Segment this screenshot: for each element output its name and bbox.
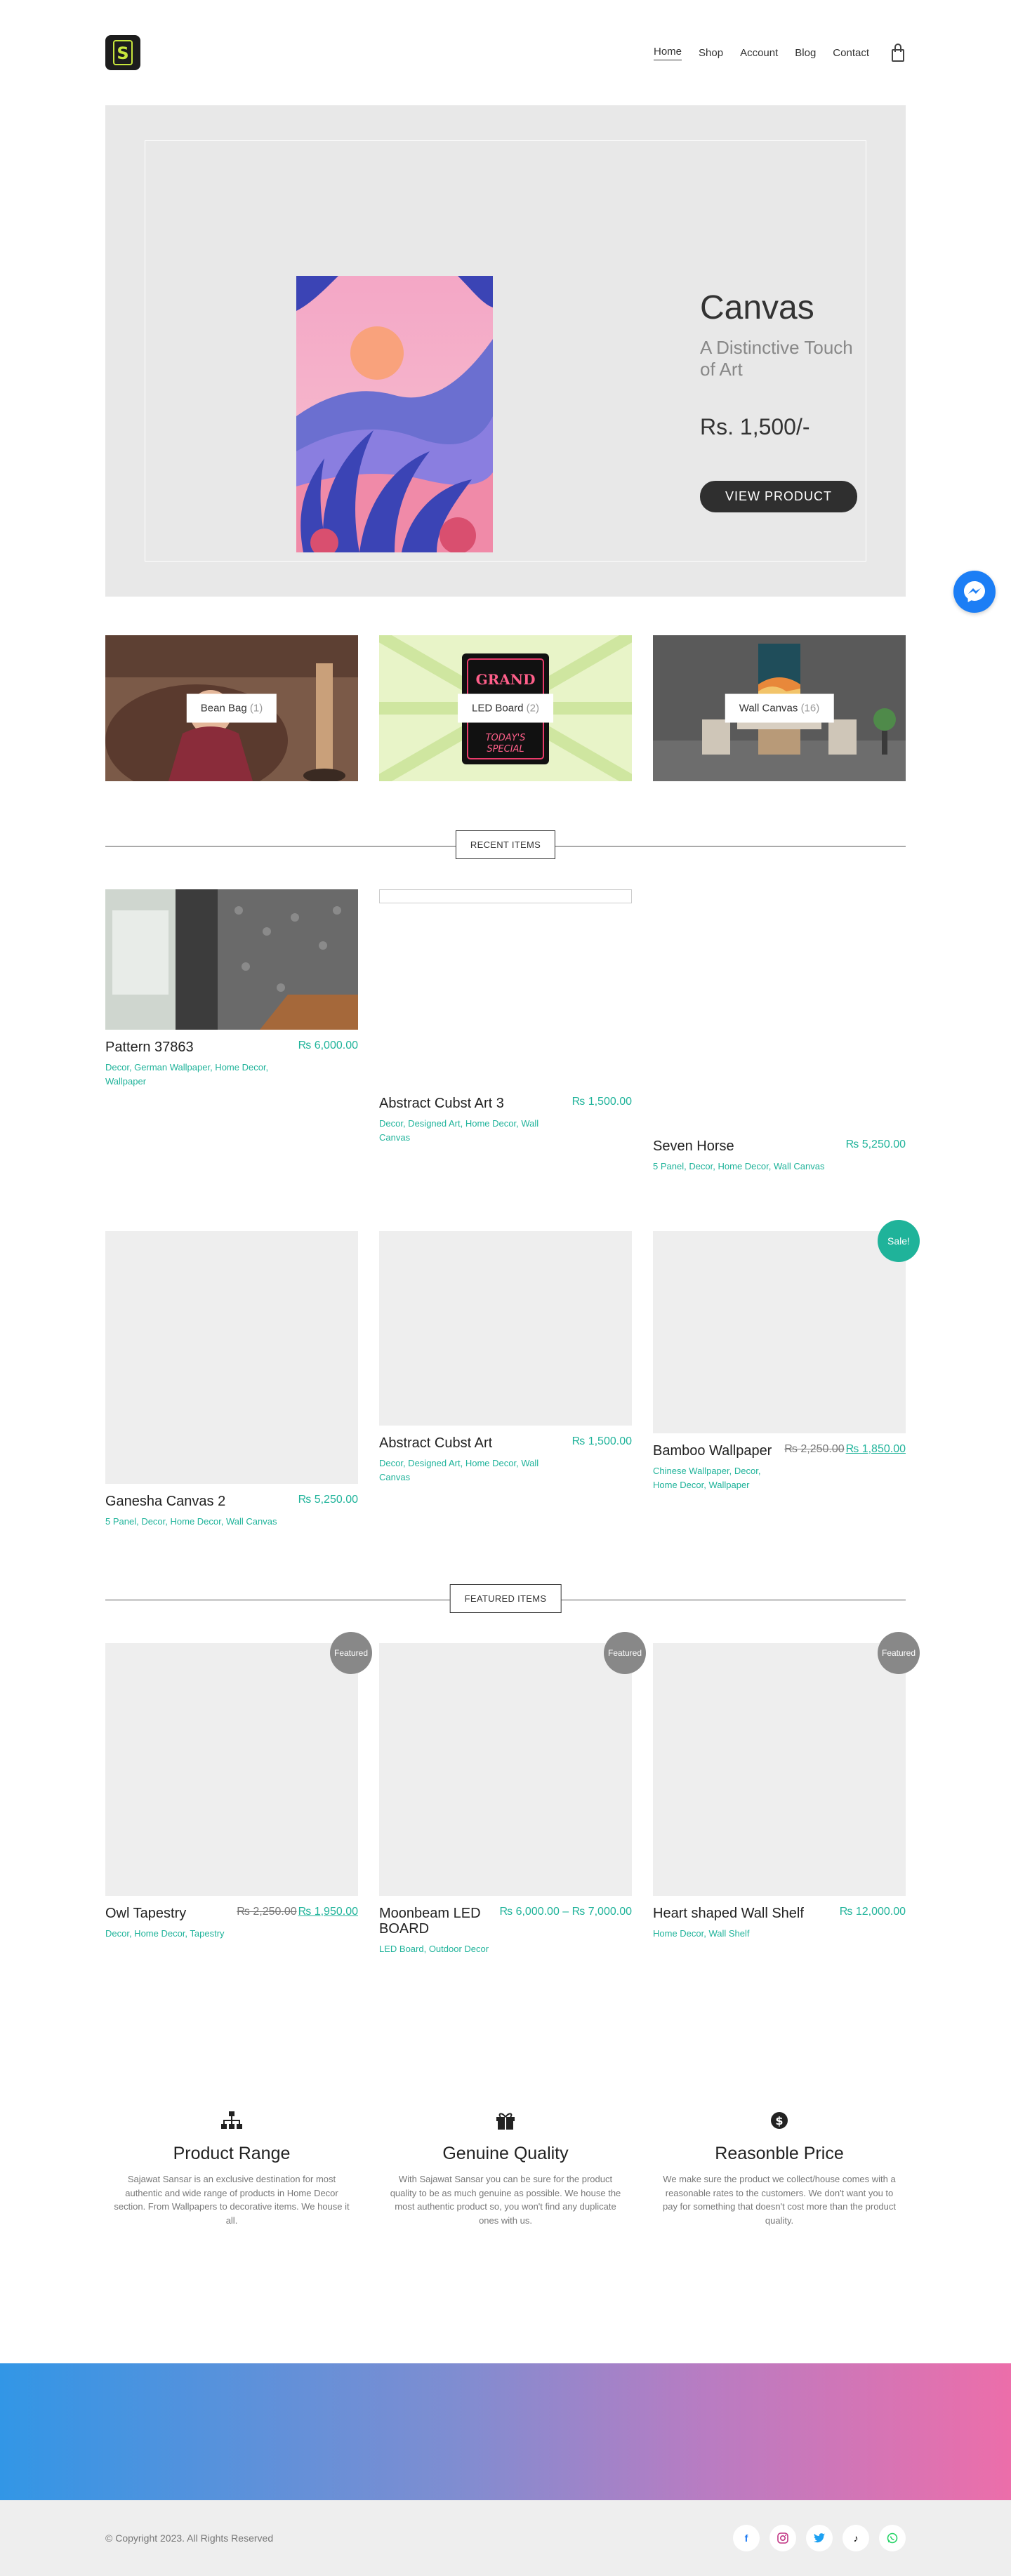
feature-product-range: Product Range Sajawat Sansar is an exclu… — [105, 2110, 358, 2227]
hero-title: Canvas — [700, 289, 814, 326]
product-card[interactable]: Seven Horse ₨ 5,250.00 5 Panel, Decor, Ho… — [653, 1138, 906, 1174]
featured-badge: Featured — [878, 1632, 920, 1674]
hero-price: Rs. 1,500/- — [700, 414, 810, 439]
product-image[interactable]: Featured — [379, 1632, 646, 1896]
gradient-banner — [0, 2363, 1011, 2500]
main-nav: Home Shop Account Blog Contact — [654, 44, 906, 62]
dollar-icon: $ — [653, 2110, 906, 2131]
product-image[interactable]: Featured — [653, 1632, 920, 1896]
instagram-icon[interactable] — [769, 2525, 796, 2551]
featured-items-grid: Featured Owl Tapestry ₨ 2,250.00 ₨ 1,950.0… — [105, 1632, 920, 2036]
nav-home[interactable]: Home — [654, 46, 682, 60]
gift-icon — [379, 2110, 632, 2131]
messenger-icon — [964, 581, 985, 602]
product-image[interactable] — [105, 1231, 358, 1484]
product-image[interactable] — [105, 889, 358, 1030]
hero-subtitle: A Distinctive Touch of Art — [700, 337, 853, 380]
sitemap-icon — [105, 2110, 358, 2131]
recent-items-grid: Pattern 37863 ₨ 6,000.00 Decor, German Wa… — [105, 889, 920, 1577]
sale-badge: Sale! — [878, 1220, 920, 1262]
product-image[interactable]: Featured — [105, 1632, 372, 1896]
logo-icon: S — [113, 40, 133, 65]
nav-contact[interactable]: Contact — [833, 47, 869, 59]
svg-text:TODAY'S: TODAY'S — [486, 733, 526, 743]
view-product-button[interactable]: VIEW PRODUCT — [700, 481, 858, 512]
category-tiles: Bean Bag (1) GRAND TODAY'S SPECIAL LED B… — [105, 635, 906, 781]
messenger-chat-button[interactable] — [953, 571, 996, 613]
social-links: f ♪ — [733, 2525, 906, 2551]
feature-reasonable-price: $ Reasonble Price We make sure the produ… — [653, 2110, 906, 2227]
svg-text:GRAND: GRAND — [476, 671, 536, 688]
shopping-bag-icon[interactable] — [890, 44, 906, 62]
features-row: Product Range Sajawat Sansar is an exclu… — [105, 2110, 906, 2227]
tiktok-icon[interactable]: ♪ — [842, 2525, 869, 2551]
hero-text: Canvas A Distinctive Touch of Art Rs. 1,… — [700, 288, 866, 512]
svg-text:S: S — [117, 44, 128, 63]
product-card[interactable]: Sale! Bamboo Wallpaper ₨ 2,250.00 ₨ 1,850.… — [653, 1220, 920, 1492]
category-wall-canvas[interactable]: Wall Canvas (16) — [653, 635, 906, 781]
svg-text:$: $ — [775, 2114, 783, 2127]
recent-items-heading: RECENT ITEMS — [105, 830, 906, 861]
product-card[interactable]: Abstract Cubst Art 3 ₨ 1,500.00 Decor, De… — [379, 889, 632, 1144]
product-image[interactable] — [379, 1231, 632, 1426]
product-card[interactable]: Pattern 37863 ₨ 6,000.00 Decor, German Wa… — [105, 889, 358, 1088]
category-label: LED Board (2) — [458, 693, 553, 723]
featured-badge: Featured — [330, 1632, 372, 1674]
hero-banner: Canvas A Distinctive Touch of Art Rs. 1,… — [105, 105, 906, 597]
site-header: S Home Shop Account Blog Contact — [105, 0, 906, 105]
twitter-icon[interactable] — [806, 2525, 833, 2551]
nav-blog[interactable]: Blog — [795, 47, 816, 59]
product-image-broken[interactable] — [379, 889, 632, 903]
hero-frame: Canvas A Distinctive Touch of Art Rs. 1,… — [145, 140, 866, 562]
product-card[interactable]: Featured Heart shaped Wall Shelf ₨ 12,000… — [653, 1632, 920, 1941]
site-footer: © Copyright 2023. All Rights Reserved f … — [0, 2500, 1011, 2576]
category-label: Bean Bag (1) — [186, 693, 277, 723]
product-card[interactable]: Featured Moonbeam LED BOARD ₨ 6,000.00 – … — [379, 1632, 646, 1956]
category-label: Wall Canvas (16) — [725, 693, 834, 723]
hero-product-image[interactable] — [296, 276, 493, 552]
category-bean-bag[interactable]: Bean Bag (1) — [105, 635, 358, 781]
featured-badge: Featured — [604, 1632, 646, 1674]
svg-text:SPECIAL: SPECIAL — [487, 744, 524, 755]
nav-account[interactable]: Account — [740, 47, 778, 59]
site-logo[interactable]: S — [105, 35, 140, 70]
feature-genuine-quality: Genuine Quality With Sajawat Sansar you … — [379, 2110, 632, 2227]
featured-items-heading: FEATURED ITEMS — [105, 1584, 906, 1615]
copyright-text: © Copyright 2023. All Rights Reserved — [105, 2532, 274, 2544]
product-image[interactable]: Sale! — [653, 1220, 920, 1433]
product-card[interactable]: Ganesha Canvas 2 ₨ 5,250.00 5 Panel, Deco… — [105, 1231, 358, 1529]
product-card[interactable]: Abstract Cubst Art ₨ 1,500.00 Decor, Desi… — [379, 1231, 632, 1484]
nav-shop[interactable]: Shop — [699, 47, 723, 59]
product-card[interactable]: Featured Owl Tapestry ₨ 2,250.00 ₨ 1,950.0… — [105, 1632, 372, 1941]
facebook-icon[interactable]: f — [733, 2525, 760, 2551]
whatsapp-icon[interactable] — [879, 2525, 906, 2551]
category-led-board[interactable]: GRAND TODAY'S SPECIAL LED Board (2) — [379, 635, 632, 781]
